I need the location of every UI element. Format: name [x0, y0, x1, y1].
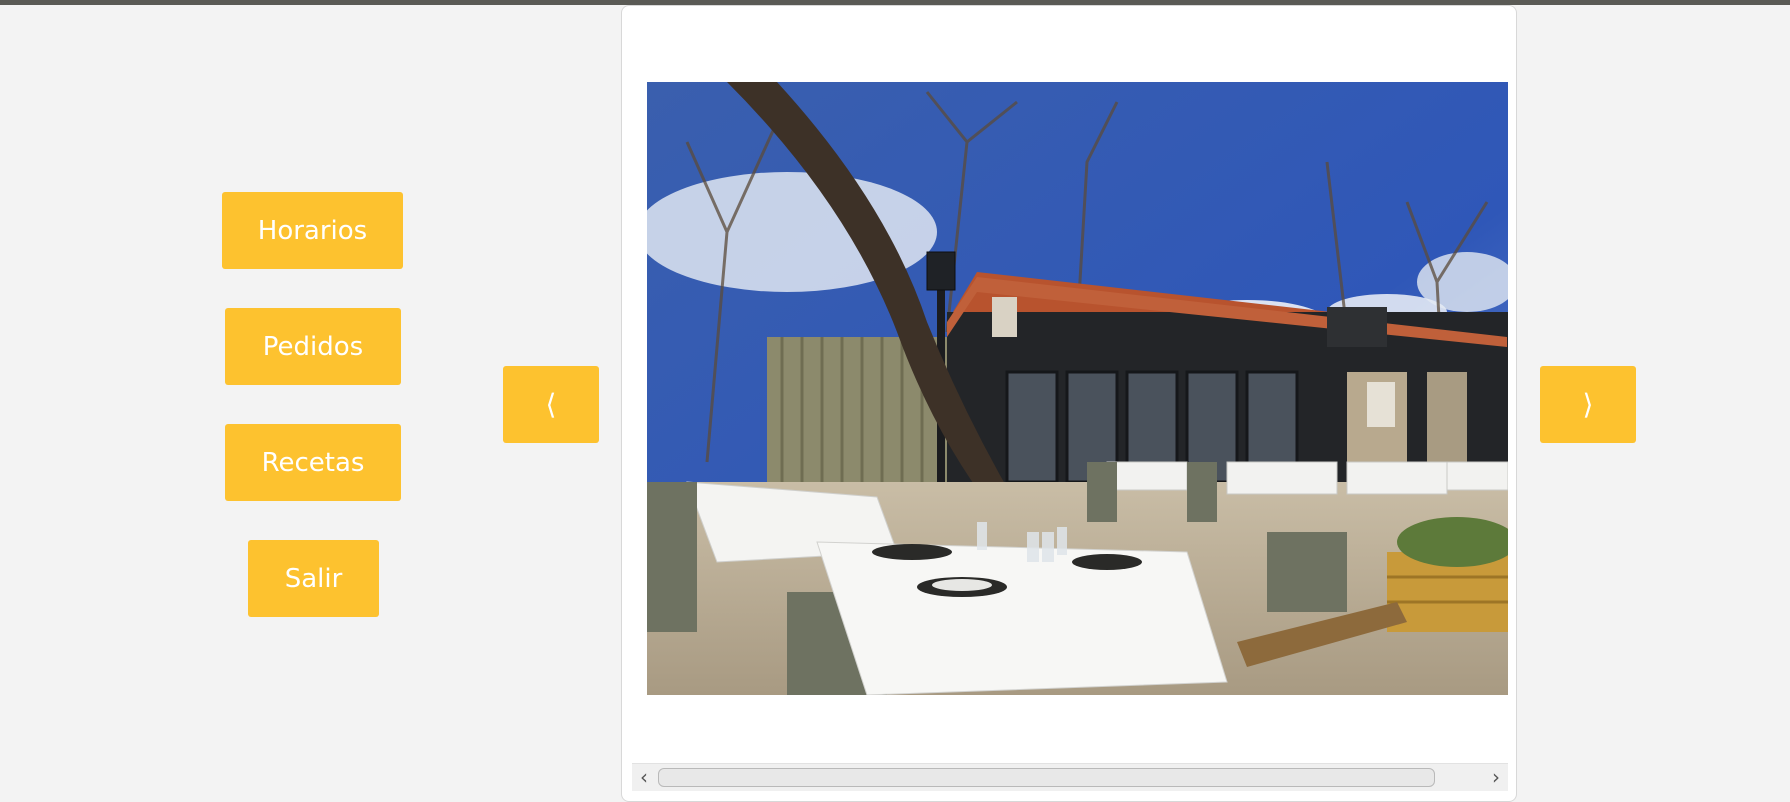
salir-button[interactable]: Salir: [248, 540, 379, 617]
scrollbar-thumb[interactable]: [658, 768, 1435, 787]
restaurant-terrace-photo: [647, 82, 1508, 695]
pedidos-button[interactable]: Pedidos: [225, 308, 401, 385]
chevron-left-icon: ⟨: [545, 388, 557, 421]
image-horizontal-scrollbar[interactable]: ‹ ›: [632, 763, 1508, 791]
previous-image-button[interactable]: ⟨: [503, 366, 599, 443]
scroll-left-arrow-icon[interactable]: ‹: [634, 766, 654, 788]
horarios-button[interactable]: Horarios: [222, 192, 403, 269]
recetas-button[interactable]: Recetas: [225, 424, 401, 501]
next-image-button[interactable]: ⟩: [1540, 366, 1636, 443]
chevron-right-icon: ⟩: [1582, 388, 1594, 421]
scroll-right-arrow-icon[interactable]: ›: [1486, 766, 1506, 788]
